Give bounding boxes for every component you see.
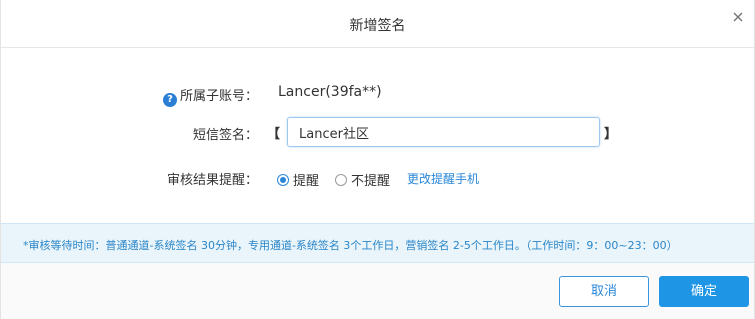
review-notify-row: 审核结果提醒： 提醒 不提醒 更改提醒手机 (1, 162, 754, 192)
radio-notify-label: 提醒 (293, 174, 320, 189)
review-time-notice: *审核等待时间：普通通道-系统签名 30分钟，专用通道-系统签名 3个工作日，营… (1, 223, 754, 263)
account-label: 所属子账号： (179, 89, 258, 104)
account-row: ? 所属子账号： Lancer(39fa**) (1, 78, 754, 108)
signature-row: 短信签名： 【 】 (1, 117, 754, 147)
help-circle-icon[interactable]: ? (162, 93, 177, 107)
change-notify-phone-link[interactable]: 更改提醒手机 (407, 170, 479, 187)
signature-input[interactable] (287, 117, 600, 147)
account-value: Lancer(39fa**) (278, 84, 382, 100)
notice-text: *审核等待时间：普通通道-系统签名 30分钟，专用通道-系统签名 3个工作日，营… (23, 239, 678, 252)
dialog-title: 新增签名 (349, 18, 406, 34)
radio-notify[interactable]: 提醒 (277, 170, 319, 189)
radio-no-notify[interactable]: 不提醒 (335, 170, 390, 189)
confirm-button[interactable]: 确定 (659, 276, 749, 307)
bracket-left: 【 (267, 127, 281, 142)
account-label-wrap: ? 所属子账号： (162, 85, 258, 107)
radio-unchecked-icon (335, 173, 347, 186)
signature-form: ?所属子账号： Lancer(39fa**) 短信签名： 【 】 审核结果提醒：… (1, 48, 754, 223)
dialog-footer: 取消 确定 (1, 263, 754, 319)
dialog-header: 新增签名 (1, 0, 754, 48)
radio-checked-icon (277, 173, 289, 186)
review-notify-label: 审核结果提醒： (166, 173, 258, 188)
add-signature-dialog: 新增签名 ?所属子账号： Lancer(39fa**) 短信签名： 【 】 审核… (0, 0, 755, 319)
bracket-right: 】 (604, 127, 618, 142)
signature-label: 短信签名： (192, 128, 258, 143)
radio-no-notify-label: 不提醒 (351, 174, 391, 189)
cancel-button[interactable]: 取消 (559, 276, 649, 307)
close-icon[interactable] (730, 9, 746, 25)
